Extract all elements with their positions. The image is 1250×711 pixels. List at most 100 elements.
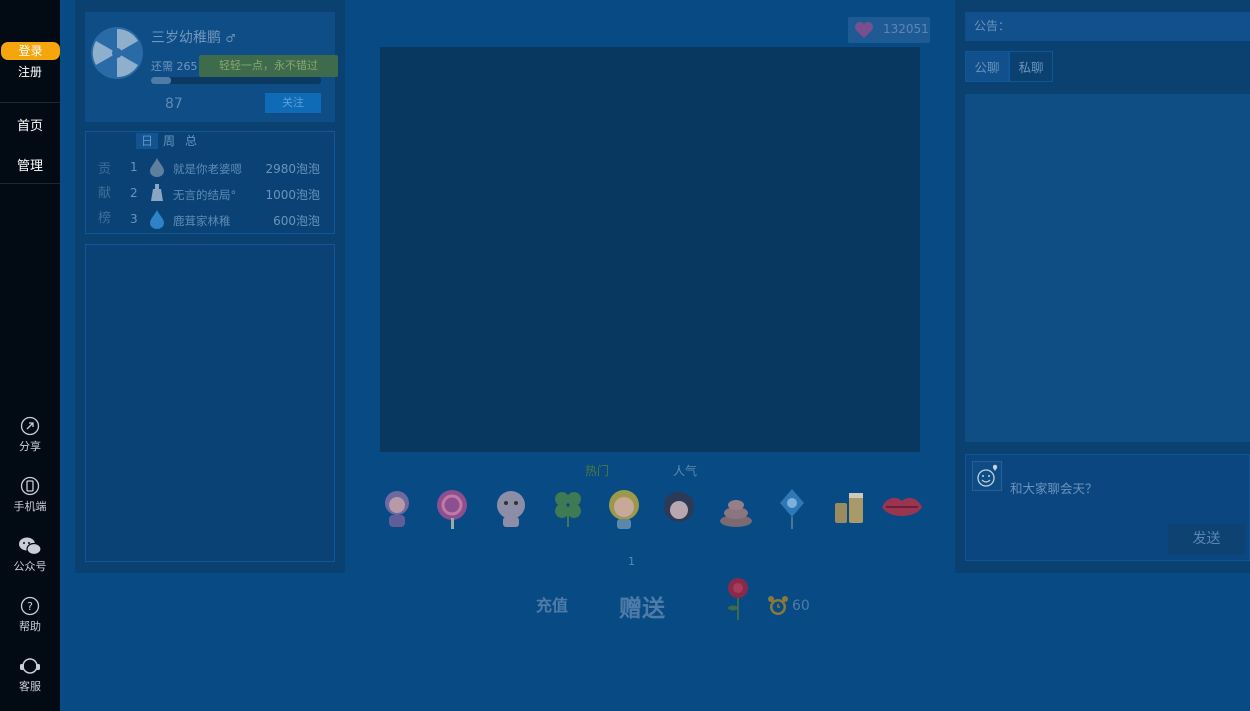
gift-tab-popular[interactable]: 人气 [673,462,697,479]
service-button[interactable]: 客服 [0,656,60,694]
anchor-name-text: 三岁幼稚鹏 [151,30,221,46]
contribution-rank: 日 周 总 贡 献 榜 1 就是你老婆嗯 2980泡泡 2 无言的结局° 100… [85,131,335,234]
poop-icon [720,500,752,527]
coin-value: 132051 [883,22,929,36]
gift-devil-cat[interactable] [655,485,703,531]
gift-beer[interactable] [825,485,873,531]
anchor-avatar[interactable] [91,27,143,79]
tiger-cub-icon [497,491,525,527]
wechat-button[interactable]: 公众号 [0,536,60,574]
tab-public-chat[interactable]: 公聊 [965,51,1009,82]
gift-tab-hot[interactable]: 热门 [585,462,609,479]
level-progress-fill [151,77,172,84]
anchor-card: 三岁幼稚鹏 ♂ 还需 265 轻轻一点，永不错过 87 关注 [85,12,338,122]
rank-number: 1 [130,160,138,174]
rank-number: 2 [130,186,138,200]
follow-button[interactable]: 关注 [265,93,321,113]
nav-divider [0,102,60,103]
rank-number: 3 [130,212,138,226]
emoji-icon [977,464,998,487]
nav-manage[interactable]: 管理 [0,155,60,174]
rank-points: 2980泡泡 [265,162,320,176]
gift-girl-doll[interactable] [373,485,421,531]
share-label: 分享 [19,440,41,453]
rose-icon[interactable] [722,576,754,622]
announcement-bar: 公告： [965,12,1250,41]
phone-icon [20,476,40,496]
rank-row[interactable]: 1 就是你老婆嗯 2980泡泡 [126,157,326,177]
service-label: 客服 [19,680,41,693]
share-button[interactable]: 分享 [0,416,60,454]
bottle-badge-icon [151,184,163,201]
follow-tooltip: 轻轻一点，永不错过 [199,55,338,83]
gift-blonde-girl[interactable] [600,485,648,531]
blonde-girl-icon [609,490,639,529]
avatar-pattern [91,27,143,79]
gift-timer: 60 [792,598,810,614]
rank-user-name: 就是你老婆嗯 [173,162,242,176]
rank-tab-day[interactable]: 日 [136,133,158,149]
help-icon: ? [20,596,40,616]
rank-label-char: 献 [98,186,112,201]
video-player[interactable] [380,47,920,452]
send-message-button[interactable]: 发送 [1168,524,1245,554]
rank-tab-week[interactable]: 周 [158,133,180,149]
chat-input[interactable] [1010,477,1230,499]
headset-icon [20,658,40,674]
gift-page-number[interactable]: 1 [628,555,635,568]
rank-user-name: 无言的结局° [173,188,237,202]
lollipop-icon [437,490,467,529]
drop-badge-icon [150,158,164,177]
anchor-level: 87 [165,96,183,112]
rank-label-char: 贡 [98,162,112,177]
beer-icon [835,493,863,523]
wechat-label: 公众号 [13,560,47,573]
level-need-text: 还需 265 [151,60,198,73]
heart-icon [855,22,873,38]
rank-label-char: 榜 [98,211,112,226]
gift-lips[interactable] [878,485,926,531]
gift-balloon[interactable] [768,485,816,531]
gift-clover[interactable] [544,485,592,531]
alarm-clock-icon [768,596,788,615]
audience-list[interactable] [85,244,335,562]
gift-tiger-cub[interactable] [487,485,535,531]
left-nav: 登录 注册 首页 管理 分享 手机端 公众号 ? 帮助 客服 [0,0,60,711]
rank-tabs: 日 周 总 [136,133,202,149]
mobile-label: 手机端 [13,500,47,513]
wechat-icon [19,537,42,556]
anchor-name: 三岁幼稚鹏 ♂ [151,27,235,47]
devil-cat-icon [664,492,694,522]
svg-text:?: ? [27,600,33,613]
rank-tab-total[interactable]: 总 [180,133,202,149]
recharge-button[interactable]: 充值 [536,592,568,616]
send-gift-button[interactable]: 赠送 [619,589,665,623]
emoji-button[interactable] [972,461,1002,491]
nav-home[interactable]: 首页 [0,115,60,134]
girl-doll-icon [385,491,409,527]
level-progress [151,77,321,84]
register-link[interactable]: 注册 [0,63,60,80]
gift-lollipop[interactable] [430,485,478,531]
nav-divider [0,183,60,184]
rank-points: 600泡泡 [273,214,320,228]
rank-user-name: 鹿茸家林稚 [173,214,231,228]
chat-input-box: 发送 [965,454,1250,561]
mobile-button[interactable]: 手机端 [0,476,60,514]
rank-row[interactable]: 2 无言的结局° 1000泡泡 [126,183,326,203]
gift-poop[interactable] [712,485,760,531]
water-badge-icon [150,210,164,229]
login-button[interactable]: 登录 [1,42,60,60]
gender-icon: ♂ [225,32,236,45]
balloon-icon [780,489,804,529]
chat-messages[interactable] [965,94,1250,442]
lips-icon [882,497,922,516]
clover-icon [555,492,581,527]
help-button[interactable]: ? 帮助 [0,596,60,634]
rank-points: 1000泡泡 [265,188,320,202]
tab-private-chat[interactable]: 私聊 [1009,51,1053,82]
rank-row[interactable]: 3 鹿茸家林稚 600泡泡 [126,209,326,229]
share-icon [20,416,40,436]
coin-counter: 132051 [848,17,930,43]
help-label: 帮助 [19,620,41,633]
